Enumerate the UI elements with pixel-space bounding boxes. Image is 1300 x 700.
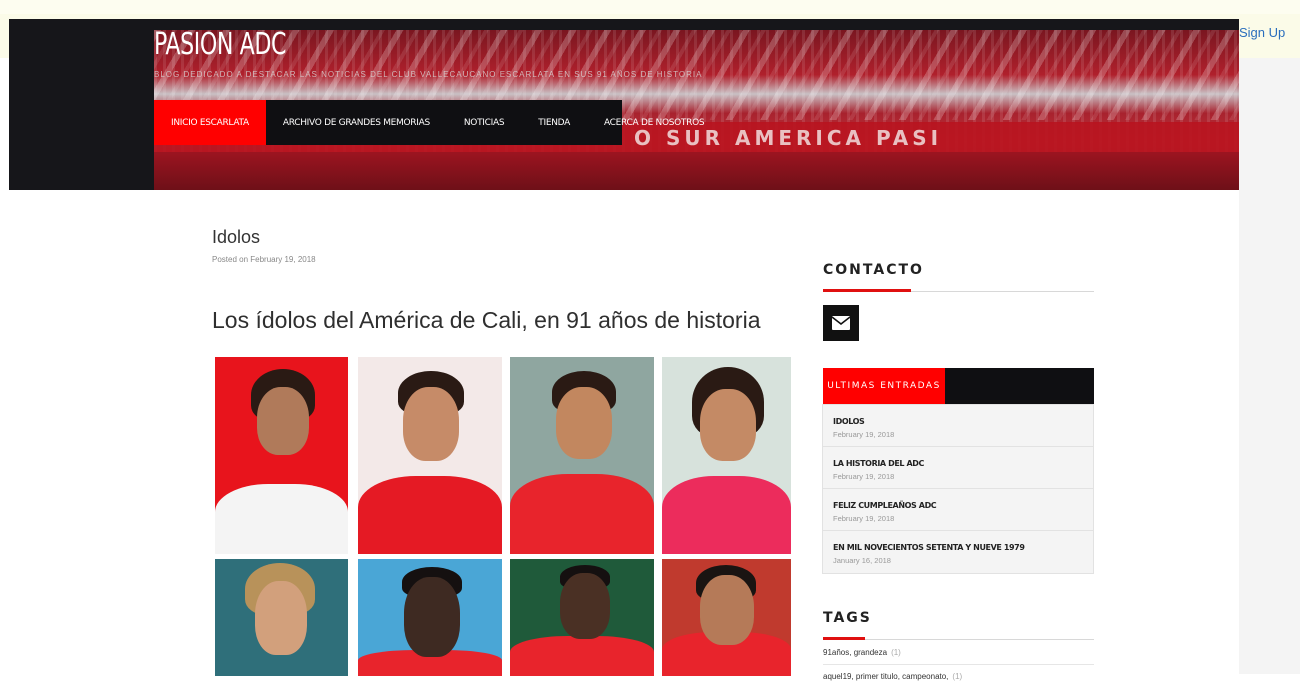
recent-post-title[interactable]: FELIZ CUMPLEAÑOS ADC: [833, 501, 937, 510]
contact-title: CONTACTO: [823, 262, 924, 278]
tag-label[interactable]: 91años, grandeza: [823, 648, 887, 657]
tag-count: (1): [952, 672, 963, 681]
tag-item[interactable]: aquel19, primer titulo, campeonato, (1): [823, 672, 962, 681]
right-gutter: [1239, 58, 1300, 674]
tags-title: TAGS: [823, 610, 872, 626]
recent-post-title[interactable]: EN MIL NOVECIENTOS SETENTA Y NUEVE 1979: [833, 543, 1025, 552]
idols-photo-grid: [215, 357, 791, 676]
tag-label[interactable]: aquel19, primer titulo, campeonato,: [823, 672, 948, 681]
banner-lower-stripe: [154, 152, 1239, 190]
recent-post-date: February 19, 2018: [833, 472, 895, 481]
idol-photo: [510, 357, 654, 554]
recent-posts-tabs: ULTIMAS ENTRADAS: [823, 368, 1094, 404]
tag-divider: [823, 664, 1094, 665]
top-bar: [0, 0, 1300, 14]
contact-accent: [823, 289, 911, 292]
sign-up-link[interactable]: Sign Up: [1239, 25, 1285, 40]
site-tagline: BLOG DEDICADO A DESTACAR LAS NOTICIAS DE…: [154, 70, 703, 79]
site-title[interactable]: PASION ADC: [154, 27, 286, 62]
list-item[interactable]: EN MIL NOVECIENTOS SETENTA Y NUEVE 1979 …: [823, 531, 1093, 573]
main-nav: INICIO ESCARLATA ARCHIVO DE GRANDES MEMO…: [154, 100, 705, 145]
tag-count: (1): [891, 648, 901, 657]
recent-post-title[interactable]: LA HISTORIA DEL ADC: [833, 459, 924, 468]
post-date: Posted on February 19, 2018: [212, 255, 316, 264]
idol-photo: [662, 559, 791, 676]
nav-item-tienda[interactable]: TIENDA: [521, 100, 587, 145]
recent-post-date: February 19, 2018: [833, 514, 895, 523]
nav-item-archivo[interactable]: ARCHIVO DE GRANDES MEMORIAS: [266, 100, 447, 145]
nav-item-acerca[interactable]: ACERCA DE NOSOTROS: [587, 100, 721, 145]
idol-photo: [215, 357, 348, 554]
nav-label: NOTICIAS: [463, 117, 505, 128]
recent-post-date: January 16, 2018: [833, 556, 891, 565]
list-item[interactable]: FELIZ CUMPLEAÑOS ADC February 19, 2018: [823, 489, 1093, 531]
nav-item-noticias[interactable]: NOTICIAS: [447, 100, 521, 145]
nav-label: ARCHIVO DE GRANDES MEMORIAS: [282, 117, 430, 128]
tab-ultimas-entradas[interactable]: ULTIMAS ENTRADAS: [823, 368, 945, 404]
nav-item-inicio[interactable]: INICIO ESCARLATA: [154, 100, 266, 145]
recent-post-date: February 19, 2018: [833, 430, 895, 439]
idol-photo: [510, 559, 654, 676]
mail-button[interactable]: [823, 305, 859, 341]
list-item[interactable]: IDOLOS February 19, 2018: [823, 405, 1093, 447]
recent-post-title[interactable]: IDOLOS: [833, 417, 865, 426]
nav-label: ACERCA DE NOSOTROS: [603, 117, 705, 128]
post-title[interactable]: Idolos: [212, 227, 260, 248]
list-item[interactable]: LA HISTORIA DEL ADC February 19, 2018: [823, 447, 1093, 489]
nav-label: TIENDA: [538, 117, 570, 128]
idol-photo: [358, 559, 502, 676]
tag-item[interactable]: 91años, grandeza (1): [823, 648, 901, 657]
idol-photo: [215, 559, 348, 676]
idol-photo: [358, 357, 502, 554]
recent-posts-list: IDOLOS February 19, 2018 LA HISTORIA DEL…: [822, 404, 1094, 574]
nav-label: INICIO ESCARLATA: [171, 117, 249, 128]
left-gutter-bottom: [0, 674, 9, 700]
idol-photo: [662, 357, 791, 554]
envelope-icon: [832, 316, 850, 330]
tags-accent: [823, 637, 865, 640]
post-heading: Los ídolos del América de Cali, en 91 añ…: [212, 307, 761, 333]
